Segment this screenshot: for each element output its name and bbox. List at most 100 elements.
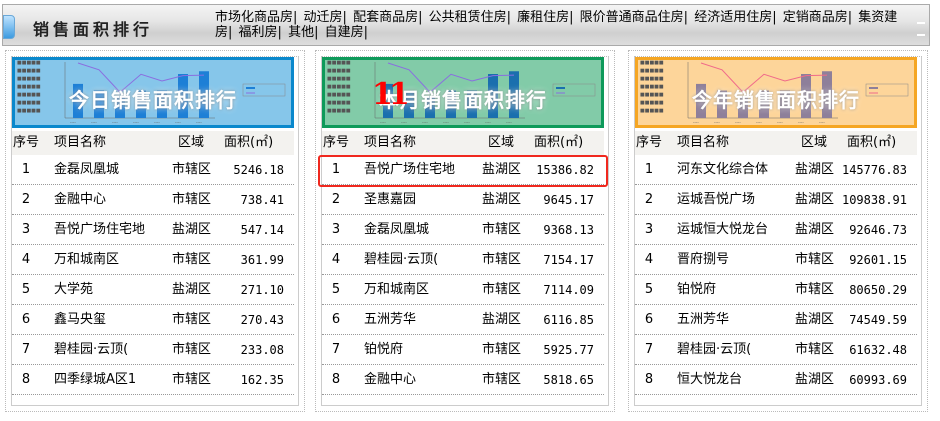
table-header: 序号 项目名称 区域 面积(㎡) [12, 131, 294, 155]
app-icon [3, 15, 15, 39]
housing-type-link[interactable]: 福利房| [239, 25, 282, 40]
housing-type-link[interactable]: 自建房| [325, 25, 368, 40]
table-row[interactable]: 4 晋府捌号 市辖区 92601.15 [635, 245, 917, 275]
table-row[interactable]: 5 大学苑 盐湖区 271.10 [12, 275, 294, 305]
cell-name: 金融中心 [364, 372, 417, 387]
table-row[interactable]: 2 运城吾悦广场 盐湖区 109838.91 [635, 185, 917, 215]
cell-rank: 1 [644, 162, 654, 177]
table-row[interactable]: 3 金磊凤凰城 市辖区 9368.13 [322, 215, 604, 245]
cell-name: 万和城南区 [54, 252, 120, 267]
table-row[interactable]: 2 金融中心 市辖区 738.41 [12, 185, 294, 215]
table-row[interactable]: 1 河东文化综合体 盐湖区 145776.83 [635, 155, 917, 185]
cell-rank: 7 [331, 342, 341, 357]
housing-type-link[interactable]: 动迁房| [304, 10, 347, 25]
svg-text:----: ---- [133, 120, 139, 125]
svg-text:----: ---- [196, 120, 202, 125]
page-title: 销售面积排行 [33, 20, 154, 39]
svg-text:■■■■■: ■■■■■ [640, 60, 664, 66]
table-row[interactable]: 7 碧桂园·云顶(市辖区 233.08 [12, 335, 294, 365]
cell-district: 盐湖区 [795, 222, 835, 237]
cell-rank: 8 [644, 372, 654, 387]
housing-type-link[interactable]: 配套商品房| [353, 10, 422, 25]
table-row[interactable]: 3 吾悦广场住宅地 盐湖区 547.14 [12, 215, 294, 245]
cell-rank: 4 [331, 252, 341, 267]
col-name: 项目名称 [677, 135, 730, 150]
housing-type-link[interactable]: 市场化商品房| [215, 10, 297, 25]
table-row[interactable]: 7 碧桂园·云顶(市辖区 61632.48 [635, 335, 917, 365]
cell-area: 145776.83 [841, 163, 907, 177]
housing-type-link[interactable]: 公共租赁住房| [429, 10, 511, 25]
cell-district: 市辖区 [172, 162, 212, 177]
svg-text:----: ---- [422, 120, 428, 125]
table-row[interactable]: 6 五洲芳华 盐湖区 6116.85 [322, 305, 604, 335]
svg-text:■■■■■: ■■■■■ [640, 68, 664, 74]
cell-name: 四季绿城A区1 [54, 372, 137, 387]
cell-area: 9645.17 [543, 193, 594, 207]
table-row[interactable]: 3 运城恒大悦龙台 盐湖区 92646.73 [635, 215, 917, 245]
table-row[interactable]: 5 铂悦府 市辖区 80650.29 [635, 275, 917, 305]
table-row[interactable]: 8 恒大悦龙台 盐湖区 60993.69 [635, 365, 917, 395]
cell-rank: 7 [644, 342, 654, 357]
cell-name: 五洲芳华 [677, 312, 730, 327]
cell-name: 运城恒大悦龙台 [677, 222, 769, 237]
housing-type-link[interactable]: 经济适用住房| [694, 10, 776, 25]
svg-text:■■■■■: ■■■■■ [17, 68, 41, 74]
cell-area: 5925.77 [543, 343, 594, 357]
table-row[interactable]: 6 五洲芳华 盐湖区 74549.59 [635, 305, 917, 335]
cell-name: 圣惠嘉园 [364, 192, 417, 207]
cell-name: 晋府捌号 [677, 252, 730, 267]
table-row[interactable]: 4 碧桂园·云顶(市辖区 7154.17 [322, 245, 604, 275]
cell-area: 80650.29 [849, 283, 907, 297]
cell-name: 碧桂园·云顶( [364, 252, 439, 267]
cell-area: 6116.85 [543, 313, 594, 327]
cell-district: 市辖区 [482, 222, 522, 237]
cell-area: 9368.13 [543, 223, 594, 237]
col-rank: 序号 [635, 135, 662, 150]
table-row[interactable]: 5 万和城南区 市辖区 7114.09 [322, 275, 604, 305]
table-row[interactable]: 8 四季绿城A区1 市辖区 162.35 [12, 365, 294, 395]
housing-type-link[interactable]: 限价普通商品住房| [580, 10, 688, 25]
cell-district: 盐湖区 [795, 192, 835, 207]
svg-text:----: ---- [70, 120, 76, 125]
cell-area: 361.99 [240, 253, 284, 267]
table-row[interactable]: 2 圣惠嘉园 盐湖区 9645.17 [322, 185, 604, 215]
cell-district: 市辖区 [482, 282, 522, 297]
cell-name: 碧桂园·云顶( [54, 342, 129, 357]
table-header: 序号 项目名称 区域 面积(㎡) [635, 131, 917, 155]
cell-rank: 2 [644, 192, 654, 207]
svg-text:----: ---- [154, 120, 160, 125]
banner-title: 本月销售面积排行 [379, 88, 547, 112]
svg-text:----: ---- [485, 120, 491, 125]
svg-text:----: ---- [506, 120, 512, 125]
svg-text:----: ---- [464, 120, 470, 125]
cell-district: 市辖区 [172, 192, 212, 207]
cell-area: 109838.91 [841, 193, 907, 207]
table-row[interactable]: 4 万和城南区 市辖区 361.99 [12, 245, 294, 275]
col-rank: 序号 [322, 135, 349, 150]
housing-type-link[interactable]: 廉租住房| [517, 10, 573, 25]
cell-name: 五洲芳华 [364, 312, 417, 327]
table-row[interactable]: 6 鑫马央玺 市辖区 270.43 [12, 305, 294, 335]
col-district: 区域 [801, 135, 828, 150]
cell-district: 盐湖区 [172, 282, 212, 297]
ranking-banner: ■■■■■ ■■■■■ ■■■■■ ■■■■■ ■■■■■ ■■■■■ ■■■■■ ---- -… [322, 57, 604, 128]
cell-area: 547.14 [240, 223, 284, 237]
table-row[interactable]: 1 金磊凤凰城 市辖区 5246.18 [12, 155, 294, 185]
svg-text:■■■■■: ■■■■■ [327, 76, 351, 82]
table-row[interactable]: 7 铂悦府 市辖区 5925.77 [322, 335, 604, 365]
cell-rank: 6 [644, 312, 654, 327]
svg-text:----: ---- [714, 120, 720, 125]
table-row[interactable]: 8 金融中心 市辖区 5818.65 [322, 365, 604, 395]
col-rank: 序号 [12, 135, 39, 150]
svg-text:----: ---- [380, 120, 386, 125]
cell-name: 恒大悦龙台 [677, 372, 743, 387]
col-area: 面积(㎡) [847, 135, 897, 150]
cell-rank: 2 [331, 192, 341, 207]
cell-district: 盐湖区 [482, 312, 522, 327]
cell-name: 吾悦广场住宅地 [54, 222, 146, 237]
table-header: 序号 项目名称 区域 面积(㎡) [322, 131, 604, 155]
housing-type-link[interactable]: 其他| [288, 25, 318, 40]
svg-text:■■■■■: ■■■■■ [640, 76, 664, 82]
cell-rank: 7 [21, 342, 31, 357]
housing-type-link[interactable]: 定销商品房| [783, 10, 852, 25]
